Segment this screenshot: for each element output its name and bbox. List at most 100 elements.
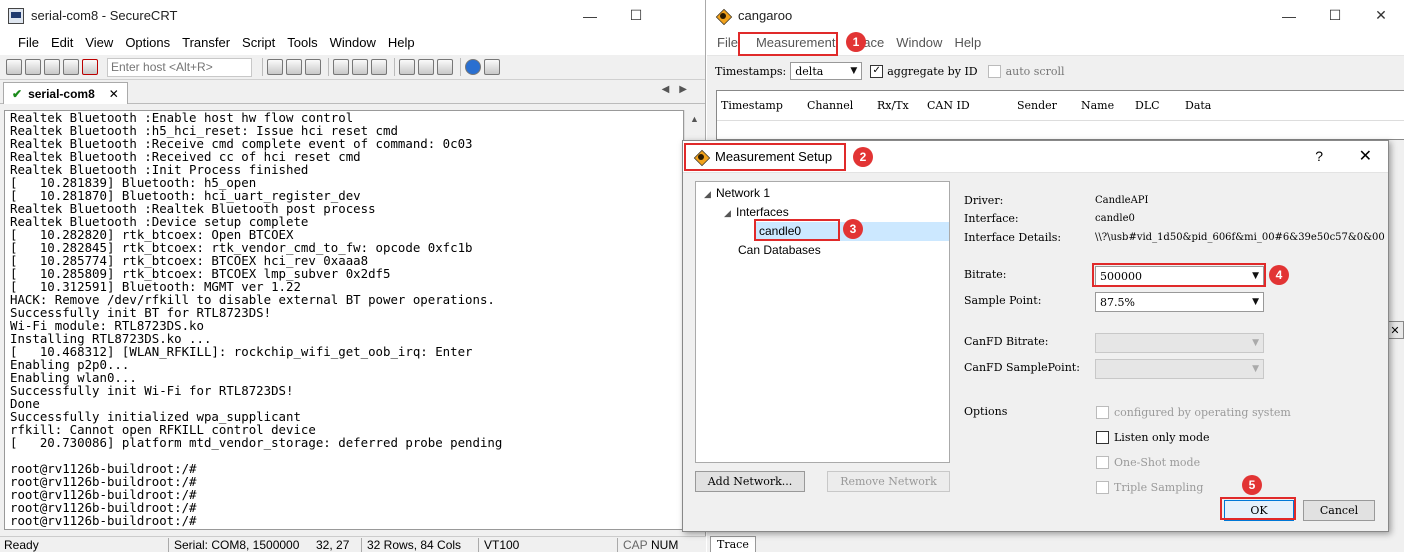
- crt-menu-options[interactable]: Options: [119, 32, 176, 54]
- crt-tabbar: ✔ serial-com8 ✕ ◀▶: [0, 80, 705, 104]
- scroll-up-icon[interactable]: ▲: [690, 114, 699, 124]
- crt-menu-file[interactable]: File: [12, 32, 45, 54]
- tab-scroll-arrows-icon[interactable]: ◀▶: [662, 84, 697, 95]
- sample-point-value: 87.5%: [1100, 295, 1135, 309]
- col-can-id[interactable]: CAN ID: [923, 99, 1013, 112]
- crt-menu-script[interactable]: Script: [236, 32, 281, 54]
- tree-expand-icon[interactable]: ◢: [704, 185, 716, 204]
- terminal-line: Successfully init Wi-Fi for RTL8723DS!: [10, 383, 294, 398]
- crt-menubar: File Edit View Options Transfer Script T…: [0, 31, 705, 55]
- tree-item-network-1[interactable]: ◢ Network 1: [704, 184, 770, 203]
- status-ready: Ready: [4, 538, 39, 552]
- canfd-samplepoint-select[interactable]: ▼: [1095, 359, 1264, 379]
- measurement-setup-dialog: Measurement Setup ? ✕ ◢ Network 1 ◢ Interf…: [682, 140, 1389, 532]
- copy-icon[interactable]: [267, 59, 283, 75]
- maximize-icon[interactable]: ☐: [1312, 0, 1358, 31]
- interface-label: Interface:: [964, 212, 1019, 225]
- crt-menu-help[interactable]: Help: [382, 32, 421, 54]
- toolbar-separator: [460, 58, 461, 76]
- cang-menu-window[interactable]: Window: [890, 32, 948, 54]
- tree-expand-icon[interactable]: ◢: [724, 204, 736, 223]
- disconnect-icon[interactable]: [82, 59, 98, 75]
- opt-triple-row: Triple Sampling: [1096, 481, 1203, 494]
- interface-details-value: \\?\usb#vid_1d50&pid_606f&mi_00#6&39e50c…: [1095, 232, 1385, 243]
- paste-icon[interactable]: [286, 59, 302, 75]
- col-channel[interactable]: Channel: [803, 99, 873, 112]
- cang-menu-help[interactable]: Help: [948, 32, 987, 54]
- driver-label: Driver:: [964, 194, 1004, 207]
- crt-window-title: serial-com8 - SecureCRT: [31, 8, 178, 23]
- dialog-close-icon[interactable]: ✕: [1359, 146, 1372, 166]
- minimize-icon[interactable]: —: [567, 0, 613, 31]
- help-question-icon[interactable]: ?: [1315, 148, 1323, 164]
- tab-trace[interactable]: Trace: [710, 536, 756, 552]
- timestamps-label: Timestamps:: [715, 64, 787, 78]
- step-marker: 4: [1269, 265, 1289, 285]
- crt-menu-edit[interactable]: Edit: [45, 32, 79, 54]
- crt-menu-view[interactable]: View: [79, 32, 119, 54]
- crt-menu-transfer[interactable]: Transfer: [176, 32, 236, 54]
- col-timestamp[interactable]: Timestamp: [717, 99, 803, 112]
- autoscroll-checkbox[interactable]: [987, 64, 1001, 78]
- opt-configured-label: configured by operating system: [1114, 406, 1291, 419]
- trace-header: Timestamp Channel Rx/Tx CAN ID Sender Na…: [717, 91, 1404, 121]
- timestamps-select[interactable]: delta ▼: [790, 62, 863, 80]
- keymap-icon[interactable]: [437, 59, 453, 75]
- driver-value: CandleAPI: [1095, 195, 1149, 206]
- opt-listen-label: Listen only mode: [1114, 431, 1210, 444]
- col-rxtx[interactable]: Rx/Tx: [873, 99, 923, 112]
- status-divider: [478, 538, 479, 552]
- crt-toolbar: [0, 55, 705, 80]
- print-preview-icon[interactable]: [371, 59, 387, 75]
- global-options-icon[interactable]: [418, 59, 434, 75]
- print-setup-icon[interactable]: [352, 59, 368, 75]
- terminal-output[interactable]: Realtek Bluetooth :Enable host hw flow c…: [4, 110, 684, 530]
- toolbar-separator: [328, 58, 329, 76]
- trace-toolbar: Timestamps: delta ▼ ✓ aggregate by ID au…: [707, 56, 1404, 86]
- reconnect-icon[interactable]: [63, 59, 79, 75]
- col-name[interactable]: Name: [1077, 99, 1131, 112]
- bitrate-label: Bitrate:: [964, 268, 1007, 281]
- quick-connect-icon[interactable]: [25, 59, 41, 75]
- col-data[interactable]: Data: [1181, 99, 1281, 112]
- crt-statusbar: Ready Serial: COM8, 1500000 32, 27 32 Ro…: [0, 536, 706, 552]
- triple-sampling-checkbox[interactable]: [1096, 481, 1109, 494]
- col-sender[interactable]: Sender: [1013, 99, 1077, 112]
- aggregate-checkbox[interactable]: ✓: [870, 64, 884, 78]
- status-divider: [361, 538, 362, 552]
- remove-network-button[interactable]: Remove Network: [827, 471, 950, 492]
- connected-check-icon: ✔: [12, 86, 23, 101]
- opt-configured-row: configured by operating system: [1096, 406, 1291, 419]
- step-marker: 2: [853, 147, 873, 167]
- tab-close-icon[interactable]: ✕: [109, 87, 119, 101]
- listen-only-checkbox[interactable]: [1096, 431, 1109, 444]
- col-dlc[interactable]: DLC: [1131, 99, 1181, 112]
- highlight-bitrate: [1092, 263, 1266, 287]
- connect-icon[interactable]: [6, 59, 22, 75]
- close-icon[interactable]: ✕: [1358, 0, 1404, 31]
- crt-menu-tools[interactable]: Tools: [281, 32, 323, 54]
- screen-icon[interactable]: [484, 59, 500, 75]
- host-input[interactable]: [107, 57, 252, 77]
- canfd-bitrate-label: CanFD Bitrate:: [964, 335, 1049, 348]
- tab-serial-com8[interactable]: ✔ serial-com8 ✕: [3, 82, 128, 104]
- configured-by-os-checkbox[interactable]: [1096, 406, 1109, 419]
- one-shot-checkbox[interactable]: [1096, 456, 1109, 469]
- trace-table[interactable]: Timestamp Channel Rx/Tx CAN ID Sender Na…: [716, 90, 1404, 140]
- sample-point-select[interactable]: 87.5% ▼: [1095, 292, 1264, 312]
- crt-menu-window[interactable]: Window: [324, 32, 382, 54]
- print-icon[interactable]: [333, 59, 349, 75]
- status-divider: [168, 538, 169, 552]
- maximize-icon[interactable]: ☐: [613, 0, 659, 31]
- canfd-bitrate-select[interactable]: ▼: [1095, 333, 1264, 353]
- highlight-ok-button: [1220, 497, 1296, 520]
- tree-item-can-databases[interactable]: Can Databases: [738, 241, 821, 260]
- autoscroll-label: auto scroll: [1005, 64, 1065, 78]
- connect-tab-icon[interactable]: [44, 59, 60, 75]
- minimize-icon[interactable]: —: [1266, 0, 1312, 31]
- help-icon[interactable]: [465, 59, 481, 75]
- session-options-icon[interactable]: [399, 59, 415, 75]
- add-network-button[interactable]: Add Network...: [695, 471, 805, 492]
- find-icon[interactable]: [305, 59, 321, 75]
- cancel-button[interactable]: Cancel: [1303, 500, 1375, 521]
